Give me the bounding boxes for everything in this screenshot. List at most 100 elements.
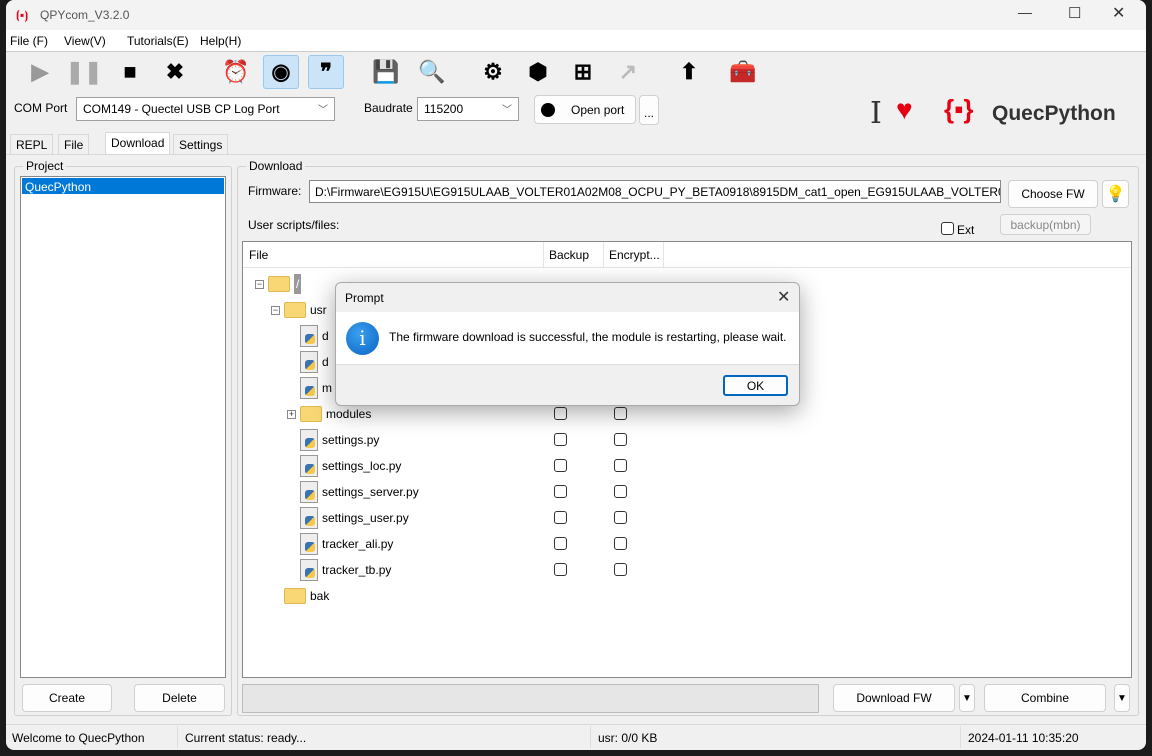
tab-settings[interactable]: Settings [173,134,229,154]
backup-checkbox[interactable] [554,459,567,472]
download-fw-dropdown-icon[interactable]: ▼ [959,684,975,712]
ok-button[interactable]: OK [723,375,788,396]
status-welcome: Welcome to QuecPython [12,731,145,745]
project-list[interactable]: QuecPython [20,176,226,678]
menu-help[interactable]: Help(H) [200,34,241,48]
column-file[interactable]: File [243,242,544,268]
tree-row[interactable]: tracker_ali.py [287,532,393,556]
quecpython-logo-icon: {▪} [944,94,974,124]
tree-item-label: m [322,381,332,395]
save-icon[interactable]: 💾 [368,55,404,89]
tree-row[interactable]: m [287,376,332,400]
prompt-dialog: Prompt ✕ i The firmware download is succ… [335,282,800,406]
brand-name: QuecPython [992,102,1116,125]
status-divider [960,726,961,748]
collapse-icon[interactable]: − [271,305,280,315]
project-item[interactable]: QuecPython [22,178,224,194]
column-backup[interactable]: Backup [544,242,604,268]
backup-checkbox[interactable] [554,537,567,550]
toolbox-icon[interactable]: 🧰 [725,55,761,89]
tree-row[interactable]: d [287,350,329,374]
search-icon[interactable]: 🔍 [414,55,450,89]
baudrate-value: 115200 [424,102,464,116]
collapse-icon[interactable]: − [255,279,264,289]
encrypt-checkbox[interactable] [614,485,627,498]
tree-row[interactable]: settings_user.py [287,506,409,530]
expand-icon[interactable]: + [287,409,296,419]
download-fw-button[interactable]: Download FW [833,684,955,712]
progress-bar [242,684,819,713]
port-status-icon [541,102,555,117]
tree-row[interactable]: − / [255,272,302,296]
status-current: Current status: ready... [185,731,307,745]
serial-icon[interactable]: ◉ [263,55,299,89]
combine-button[interactable]: Combine [984,684,1106,712]
dialog-close-button[interactable]: ✕ [777,287,790,307]
window-close-button[interactable]: ✕ [1112,3,1125,23]
external-link-icon[interactable]: ↗ [610,55,646,89]
encrypt-checkbox[interactable] [614,407,627,420]
firmware-path-input[interactable]: D:\Firmware\EG915U\EG915ULAAB_VOLTER01A0… [309,180,1001,203]
tree-row[interactable]: tracker_tb.py [287,558,391,582]
backup-checkbox[interactable] [554,407,567,420]
menu-view[interactable]: View(V) [64,34,106,48]
tree-row[interactable]: bak [271,584,329,608]
delete-button[interactable]: Delete [134,684,225,712]
gear-icon[interactable]: ⚙ [475,55,511,89]
python-file-icon [300,325,318,347]
chevron-down-icon: ﹀ [318,105,328,116]
status-time: 2024-01-11 10:35:20 [968,731,1079,745]
minimize-button[interactable]: — [1018,4,1032,20]
tab-repl[interactable]: REPL [10,134,54,154]
menu-file[interactable]: File (F) [10,34,48,48]
choose-fw-button[interactable]: Choose FW [1008,180,1098,208]
menu-tutorials[interactable]: Tutorials(E) [127,34,189,48]
tree-row[interactable]: settings_server.py [287,480,419,504]
create-button[interactable]: Create [22,684,112,712]
encrypt-checkbox[interactable] [614,433,627,446]
baudrate-label: Baudrate [364,101,413,115]
tree-row[interactable]: d [287,324,329,348]
upload-icon[interactable]: ⬆ [671,55,707,89]
plus-box-icon[interactable]: ⊞ [565,55,601,89]
folder-icon [300,406,322,422]
tree-row[interactable]: settings.py [287,428,379,452]
open-port-button[interactable]: Open port [534,95,636,124]
cube-icon[interactable]: ⬢ [520,55,556,89]
encrypt-checkbox[interactable] [614,511,627,524]
folder-icon [268,276,290,292]
column-encrypt[interactable]: Encrypt... [604,242,664,268]
backup-checkbox[interactable] [554,511,567,524]
tree-row[interactable]: − usr [271,298,327,322]
ext-checkbox[interactable] [941,222,954,235]
encrypt-checkbox[interactable] [614,537,627,550]
pause-icon[interactable]: ❚❚ [66,55,103,89]
more-options-button[interactable]: ... [639,95,659,125]
lightbulb-icon[interactable]: 💡 [1102,180,1129,208]
backup-checkbox[interactable] [554,563,567,576]
backup-checkbox[interactable] [554,485,567,498]
app-logo-icon: ⦗▪⦘ [16,8,29,22]
maximize-button[interactable]: ☐ [1068,4,1081,22]
user-scripts-label: User scripts/files: [248,218,340,232]
alarm-clock-icon[interactable]: ⏰ [218,55,254,89]
close-icon[interactable]: ✖ [157,55,193,89]
play-icon[interactable]: ▶ [22,55,58,89]
tree-item-label: usr [310,303,327,317]
status-usage: usr: 0/0 KB [598,731,658,745]
python-file-icon [300,507,318,529]
dialog-body: i The firmware download is successful, t… [336,312,799,365]
tab-file[interactable]: File [58,134,90,154]
backup-mbn-button[interactable]: backup(mbn) [1000,214,1091,235]
quote-icon[interactable]: ❞ [308,55,344,89]
tree-row[interactable]: settings_loc.py [287,454,401,478]
stop-icon[interactable]: ■ [112,55,148,89]
backup-checkbox[interactable] [554,433,567,446]
encrypt-checkbox[interactable] [614,563,627,576]
combine-dropdown-icon[interactable]: ▼ [1114,684,1130,712]
tab-download[interactable]: Download [105,132,171,154]
encrypt-checkbox[interactable] [614,459,627,472]
baudrate-select[interactable]: 115200 ﹀ [417,97,519,121]
com-port-select[interactable]: COM149 - Quectel USB CP Log Port ﹀ [76,97,335,121]
tree-item-label: d [322,329,329,343]
